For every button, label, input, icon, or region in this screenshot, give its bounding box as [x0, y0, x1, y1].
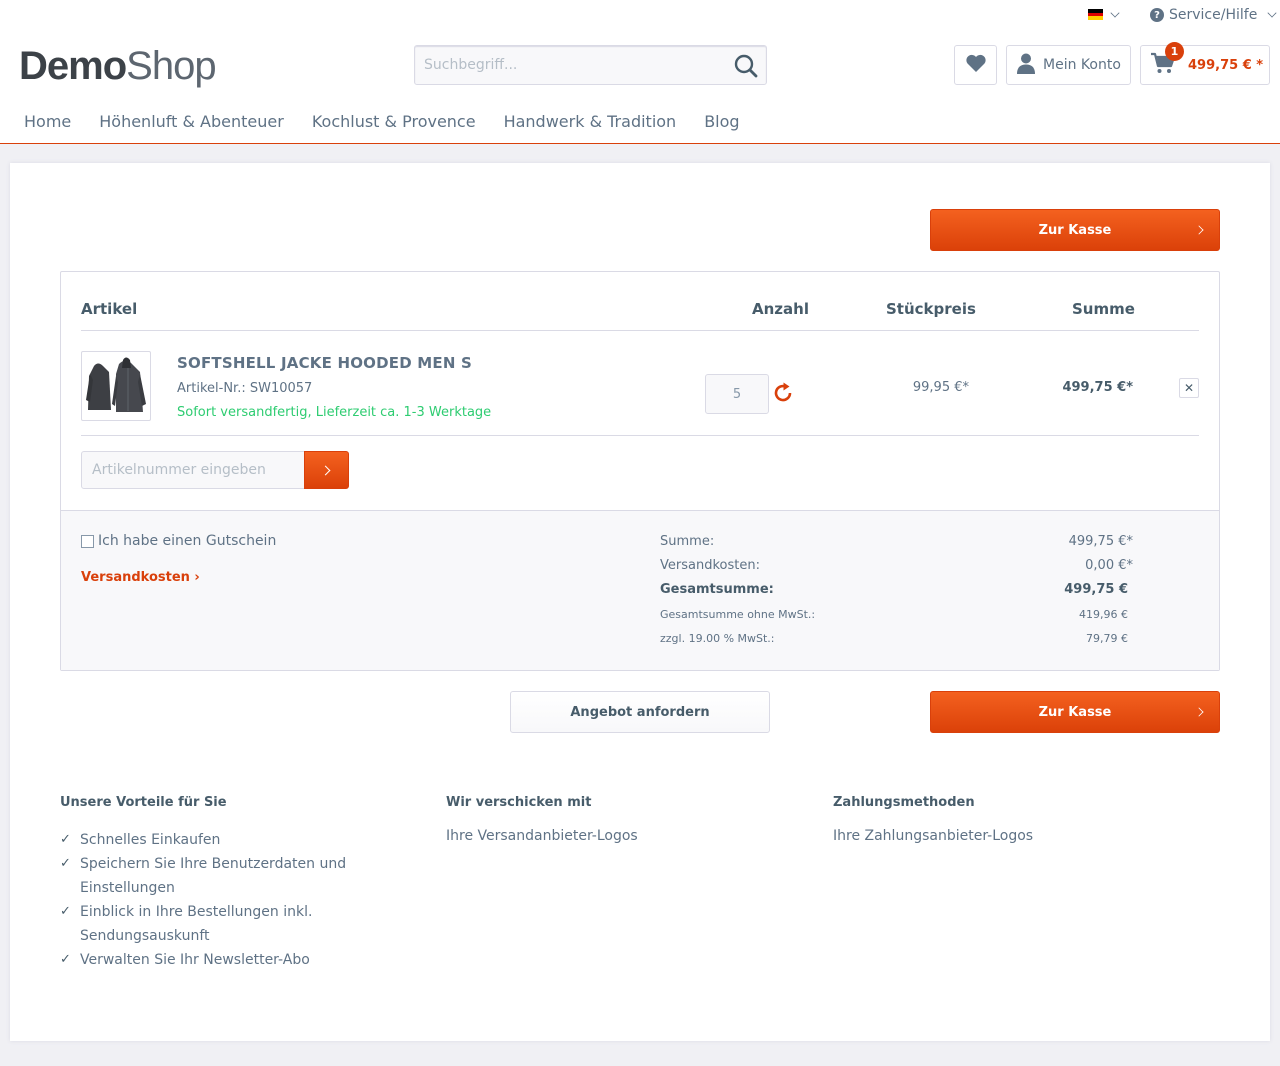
nav-item-hoehenluft[interactable]: Höhenluft & Abenteuer [99, 112, 284, 131]
checkout-button-bottom[interactable]: Zur Kasse [930, 691, 1220, 733]
benefit-item: ✓ Speichern Sie Ihre Benutzerdaten und Ei… [60, 852, 360, 900]
header-unit-price: Stückpreis [886, 300, 976, 318]
nav-item-blog[interactable]: Blog [704, 112, 739, 131]
request-offer-label: Angebot anfordern [570, 704, 710, 720]
summary-label: Summe: [660, 534, 715, 549]
header-total: Summe [1072, 300, 1135, 318]
shipping-value: 0,00 €* [1085, 558, 1133, 573]
checkout-label: Zur Kasse [1038, 704, 1112, 720]
checkmark-icon: ✓ [60, 904, 71, 919]
cart-button[interactable]: 1 499,75 € * [1140, 42, 1270, 85]
payment-methods-title: Zahlungsmethoden [833, 795, 975, 810]
wishlist-button[interactable] [954, 45, 997, 85]
cart-page-content: Zur Kasse Artikel Anzahl Stückpreis Summ… [10, 163, 1270, 1041]
summary-value: 499,75 €* [1068, 534, 1133, 549]
product-image[interactable] [81, 351, 151, 421]
shipping-providers-text: Ihre Versandanbieter-Logos [446, 828, 638, 844]
chevron-right-icon [320, 465, 331, 476]
heart-icon [965, 53, 987, 77]
chevron-right-icon [1194, 225, 1204, 235]
grand-total-label: Gesamtsumme: [660, 582, 774, 597]
shipping-costs-link[interactable]: Versandkosten › [81, 570, 200, 585]
benefit-text: Speichern Sie Ihre Benutzerdaten und Ein… [80, 856, 347, 896]
net-total-label: Gesamtsumme ohne MwSt.: [660, 608, 816, 621]
benefit-text: Verwalten Sie Ihr Newsletter-Abo [80, 952, 310, 968]
checkmark-icon: ✓ [60, 952, 71, 967]
chevron-right-icon [1194, 707, 1204, 717]
account-label: Mein Konto [1043, 57, 1121, 73]
search-input[interactable] [415, 46, 715, 84]
vat-value: 79,79 € [1086, 632, 1128, 645]
product-name-link[interactable]: SOFTSHELL JACKE HOODED MEN S [177, 354, 472, 372]
shipping-providers-title: Wir verschicken mit [446, 795, 592, 810]
quantity-input[interactable] [705, 374, 769, 414]
account-button[interactable]: Mein Konto [1006, 45, 1131, 85]
benefit-text: Einblick in Ihre Bestellungen inkl. Send… [80, 904, 313, 944]
refresh-icon[interactable] [771, 381, 795, 405]
shipping-label: Versandkosten: [660, 558, 760, 573]
unit-price: 99,95 €* [912, 380, 969, 395]
header-article: Artikel [81, 300, 138, 318]
product-sku: Artikel-Nr.: SW10057 [177, 381, 313, 396]
site-header: ? Service/Hilfe DemoShop Mein Kon [0, 0, 1280, 144]
logo-part-demo: Demo [19, 44, 127, 88]
service-label: Service/Hilfe [1169, 7, 1258, 23]
user-icon [1016, 52, 1036, 78]
divider [81, 435, 1199, 436]
basket-summary: Ich habe einen Gutschein Versandkosten ›… [61, 510, 1219, 670]
question-icon: ? [1150, 8, 1164, 22]
basket-table: Artikel Anzahl Stückpreis Summe SOFTSHEL… [60, 271, 1220, 671]
payment-methods-text: Ihre Zahlungsanbieter-Logos [833, 828, 1034, 844]
checkout-button-top[interactable]: Zur Kasse [930, 209, 1220, 251]
header-quantity: Anzahl [752, 300, 809, 318]
jacket-image [86, 357, 146, 412]
voucher-label: Ich habe einen Gutschein [98, 533, 277, 549]
cart-count-badge: 1 [1165, 42, 1184, 61]
chevron-down-icon [1267, 8, 1277, 18]
remove-item-button[interactable]: ✕ [1179, 378, 1199, 398]
logo-part-shop: Shop [126, 44, 216, 88]
main-navigation: Home Höhenluft & Abenteuer Kochlust & Pr… [24, 112, 768, 131]
shipping-costs-label: Versandkosten [81, 570, 190, 585]
add-article-button[interactable] [304, 451, 349, 489]
search-box [414, 45, 767, 85]
benefit-text: Schnelles Einkaufen [80, 832, 221, 848]
voucher-checkbox[interactable] [81, 534, 94, 548]
nav-item-home[interactable]: Home [24, 112, 71, 131]
divider [81, 330, 1199, 331]
chevron-down-icon [1110, 7, 1120, 18]
payment-methods-column: Zahlungsmethoden Ihre Zahlungsanbieter-L… [833, 795, 1153, 844]
row-total: 499,75 €* [1062, 380, 1133, 395]
nav-item-handwerk[interactable]: Handwerk & Tradition [504, 112, 677, 131]
search-icon[interactable] [732, 52, 760, 80]
delivery-status: Sofort versandfertig, Lieferzeit ca. 1-3… [177, 405, 492, 420]
cart-amount: 499,75 € * [1188, 57, 1264, 73]
german-flag-icon [1088, 9, 1103, 21]
close-icon: ✕ [1183, 381, 1195, 395]
nav-item-kochlust[interactable]: Kochlust & Provence [312, 112, 476, 131]
shipping-providers-column: Wir verschicken mit Ihre Versandanbieter… [446, 795, 766, 844]
benefit-item: ✓ Schnelles Einkaufen [60, 828, 360, 852]
checkout-label: Zur Kasse [1038, 222, 1112, 238]
benefits-column: Unsere Vorteile für Sie ✓ Schnelles Einka… [60, 795, 360, 972]
shop-logo[interactable]: DemoShop [19, 42, 217, 90]
checkmark-icon: ✓ [60, 856, 71, 871]
language-switcher[interactable] [1088, 7, 1120, 21]
voucher-toggle[interactable]: Ich habe einen Gutschein [81, 533, 276, 549]
grand-total-value: 499,75 € [1064, 582, 1128, 597]
benefit-item: ✓ Verwalten Sie Ihr Newsletter-Abo [60, 948, 360, 972]
vat-label: zzgl. 19.00 % MwSt.: [660, 632, 775, 645]
benefits-title: Unsere Vorteile für Sie [60, 795, 227, 810]
net-total-value: 419,96 € [1079, 608, 1128, 621]
request-offer-button[interactable]: Angebot anfordern [510, 691, 770, 733]
checkmark-icon: ✓ [60, 832, 71, 847]
benefit-item: ✓ Einblick in Ihre Bestellungen inkl. Sen… [60, 900, 360, 948]
article-number-input[interactable] [81, 451, 305, 489]
service-menu[interactable]: ? Service/Hilfe [1150, 7, 1277, 23]
